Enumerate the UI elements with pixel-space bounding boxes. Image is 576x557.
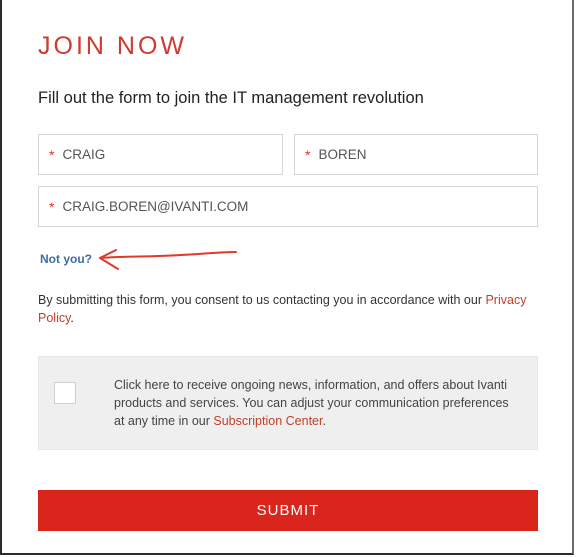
first-name-field[interactable]: * CRAIG xyxy=(38,134,283,175)
opt-in-checkbox[interactable] xyxy=(54,382,76,404)
opt-in-panel: Click here to receive ongoing news, info… xyxy=(38,356,538,450)
not-you-link[interactable]: Not you? xyxy=(40,252,92,266)
required-asterisk: * xyxy=(305,146,311,163)
opt-in-text: Click here to receive ongoing news, info… xyxy=(114,378,509,428)
last-name-field[interactable]: * BOREN xyxy=(294,134,538,175)
email-value: CRAIG.BOREN@IVANTI.COM xyxy=(62,199,249,214)
annotation-arrow-icon xyxy=(99,249,237,270)
submit-button[interactable]: SUBMIT xyxy=(38,490,538,531)
subscription-center-link[interactable]: Subscription Center xyxy=(213,414,322,428)
form-subtitle: Fill out the form to join the IT managem… xyxy=(38,89,424,107)
email-field[interactable]: * CRAIG.BOREN@IVANTI.COM xyxy=(38,186,538,227)
first-name-value: CRAIG xyxy=(62,147,106,162)
last-name-value: BOREN xyxy=(318,147,367,162)
consent-text: By submitting this form, you consent to … xyxy=(38,293,527,325)
page-title: JOIN NOW xyxy=(38,32,187,60)
required-asterisk: * xyxy=(49,146,55,163)
required-asterisk: * xyxy=(49,198,55,215)
page-frame xyxy=(0,0,574,555)
